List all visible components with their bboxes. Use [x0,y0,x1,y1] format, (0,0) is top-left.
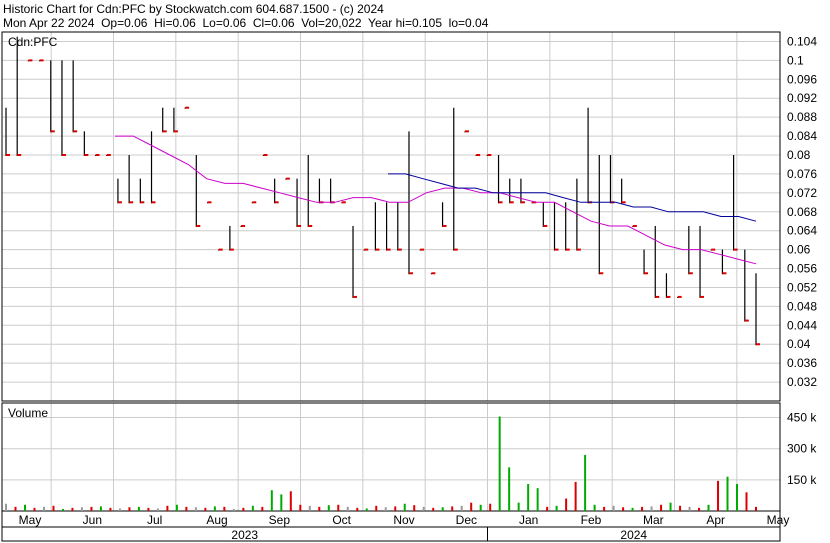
ticker-label: Cdn:PFC [8,35,58,49]
month-tick-label: Mar [643,513,664,527]
price-tick-label: 0.104 [787,34,817,48]
month-tick-label: Jul [147,513,162,527]
month-tick-label: Jan [519,513,538,527]
price-tick-label: 0.096 [787,72,817,86]
price-tick-label: 0.06 [787,243,811,257]
price-tick-label: 0.064 [787,224,817,238]
price-tick-label: 0.052 [787,280,817,294]
month-tick-label: Apr [706,513,725,527]
year-tick-label: 2023 [231,528,258,542]
price-tick-label: 0.1 [787,53,804,67]
year-tick-label: 2024 [620,528,647,542]
price-tick-label: 0.08 [787,148,811,162]
price-tick-label: 0.068 [787,205,817,219]
month-tick-label: Sep [269,513,291,527]
volume-panel-frame [1,402,781,512]
stockwatch-chart: { "header": { "line1": "Historic Chart f… [0,0,830,543]
month-tick-label: Jun [83,513,102,527]
ohlc-bars [5,36,757,346]
close-ticks [6,59,760,346]
price-tick-labels: 0.104 0.1 0.096 0.092 0.088 0.084 0.08 0.076 0.0… [787,34,817,389]
price-tick-label: 0.076 [787,167,817,181]
volume-tick-label: 300 k [787,442,817,456]
price-tick-label: 0.036 [787,356,817,370]
price-tick-label: 0.088 [787,110,817,124]
grid-lines [2,32,780,511]
price-tick-label: 0.092 [787,91,817,105]
volume-label: Volume [8,406,48,420]
volume-tick-label: 150 k [787,473,817,487]
month-tick-label: Dec [456,513,477,527]
price-tick-label: 0.032 [787,375,817,389]
price-tick-label: 0.084 [787,129,817,143]
month-tick-label: Nov [393,513,414,527]
price-tick-label: 0.056 [787,262,817,276]
year-tick-labels: 2023 2024 [231,527,647,542]
price-tick-label: 0.044 [787,318,817,332]
price-tick-label: 0.048 [787,299,817,313]
month-tick-label: May [767,513,790,527]
moving-average-slow [388,173,757,222]
price-tick-label: 0.04 [787,337,811,351]
price-tick-label: 0.072 [787,186,817,200]
month-tick-label: Feb [581,513,602,527]
chart-canvas: Cdn:PFC Volume 0.1040.10.0960.0920.0880.… [1,31,817,542]
volume-tick-labels: 450 k 300 k 150 k [787,411,817,487]
month-tick-label: Aug [206,513,227,527]
volume-bars [5,416,757,511]
month-tick-labels: May Jun Jul Aug Sep Oct Nov Dec Jan Feb Mar Apr May [19,513,790,527]
volume-tick-label: 450 k [787,411,817,425]
month-tick-label: Oct [332,513,351,527]
price-panel-frame [1,31,781,402]
month-tick-label: May [19,513,42,527]
